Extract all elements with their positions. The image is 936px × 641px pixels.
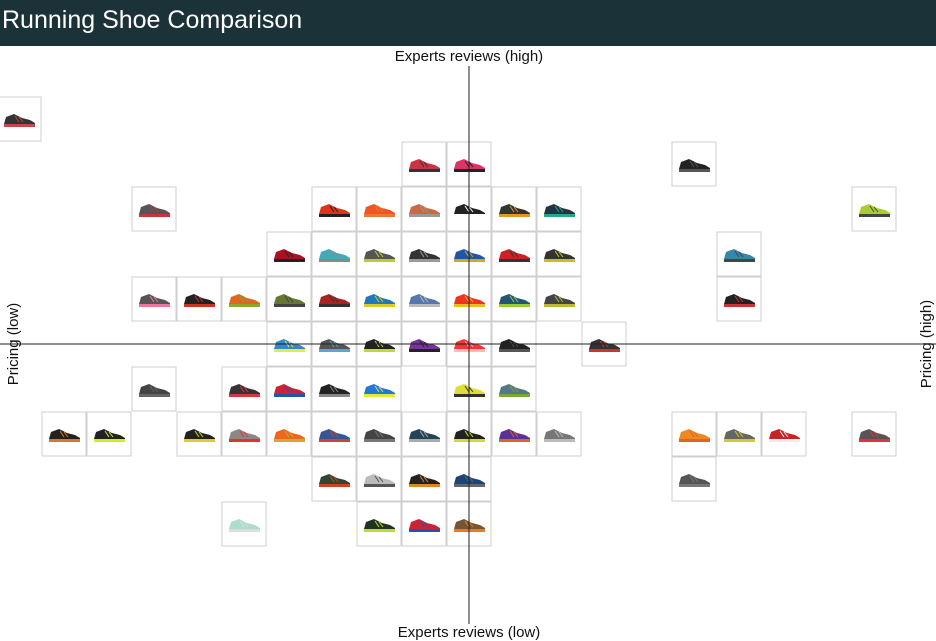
shoe-tile[interactable] xyxy=(356,501,402,547)
shoe-tile[interactable] xyxy=(671,411,717,457)
shoe-tile[interactable] xyxy=(176,276,222,322)
shoe-tile[interactable] xyxy=(86,411,132,457)
shoe-tile[interactable] xyxy=(311,186,357,232)
axis-label-bottom: Experts reviews (low) xyxy=(398,624,541,641)
shoe-tiles xyxy=(0,96,897,547)
shoe-tile[interactable] xyxy=(0,96,42,142)
shoe-tile[interactable] xyxy=(266,231,312,277)
shoe-tile[interactable] xyxy=(131,366,177,412)
shoe-tile[interactable] xyxy=(221,366,267,412)
shoe-tile[interactable] xyxy=(671,141,717,187)
shoe-tile[interactable] xyxy=(131,276,177,322)
shoe-tile[interactable] xyxy=(311,231,357,277)
shoe-tile[interactable] xyxy=(401,186,447,232)
shoe-tile[interactable] xyxy=(851,411,897,457)
shoe-tile[interactable] xyxy=(401,276,447,322)
shoe-tile[interactable] xyxy=(716,231,762,277)
shoe-tile[interactable] xyxy=(491,276,537,322)
shoe-tile[interactable] xyxy=(311,366,357,412)
shoe-tile[interactable] xyxy=(266,366,312,412)
shoe-tile[interactable] xyxy=(221,501,267,547)
shoe-tile[interactable] xyxy=(401,411,447,457)
axis-label-top: Experts reviews (high) xyxy=(395,48,543,65)
shoe-tile[interactable] xyxy=(851,186,897,232)
shoe-tile[interactable] xyxy=(266,276,312,322)
shoe-tile[interactable] xyxy=(671,456,717,502)
shoe-tile[interactable] xyxy=(266,411,312,457)
shoe-tile[interactable] xyxy=(716,411,762,457)
shoe-tile[interactable] xyxy=(131,186,177,232)
shoe-tile[interactable] xyxy=(491,231,537,277)
shoe-tile[interactable] xyxy=(356,276,402,322)
shoe-tile[interactable] xyxy=(401,456,447,502)
axis-label-right: Pricing (high) xyxy=(918,300,935,388)
axis-label-left: Pricing (low) xyxy=(5,303,22,386)
shoe-tile[interactable] xyxy=(491,411,537,457)
shoe-tile[interactable] xyxy=(41,411,87,457)
shoe-tile[interactable] xyxy=(491,366,537,412)
shoe-tile[interactable] xyxy=(356,231,402,277)
shoe-tile[interactable] xyxy=(536,186,582,232)
shoe-tile[interactable] xyxy=(356,456,402,502)
shoe-tile[interactable] xyxy=(401,501,447,547)
shoe-tile[interactable] xyxy=(536,411,582,457)
shoe-comparison-chart: Experts reviews (high) Experts reviews (… xyxy=(0,48,936,641)
shoe-tile[interactable] xyxy=(761,411,807,457)
shoe-tile[interactable] xyxy=(401,141,447,187)
shoe-tile[interactable] xyxy=(401,231,447,277)
shoe-tile[interactable] xyxy=(536,276,582,322)
shoe-tile[interactable] xyxy=(176,411,222,457)
shoe-tile[interactable] xyxy=(311,411,357,457)
shoe-tile[interactable] xyxy=(221,411,267,457)
shoe-tile[interactable] xyxy=(716,276,762,322)
shoe-tile[interactable] xyxy=(491,186,537,232)
shoe-tile[interactable] xyxy=(311,456,357,502)
shoe-tile[interactable] xyxy=(536,231,582,277)
shoe-tile[interactable] xyxy=(356,411,402,457)
shoe-tile[interactable] xyxy=(221,276,267,322)
shoe-tile[interactable] xyxy=(356,186,402,232)
shoe-tile[interactable] xyxy=(356,366,402,412)
shoe-tile[interactable] xyxy=(311,276,357,322)
